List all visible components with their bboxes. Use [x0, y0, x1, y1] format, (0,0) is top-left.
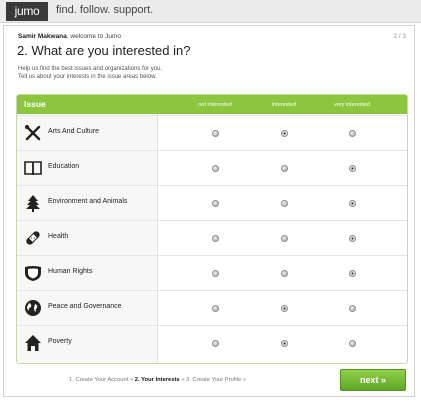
- radio-not-interested[interactable]: [212, 200, 219, 207]
- issue-label: Health: [48, 233, 69, 240]
- radio-very-interested[interactable]: [349, 340, 356, 347]
- help-line-2: Tell us about your interests in the issu…: [18, 74, 157, 80]
- table-row: Health: [17, 220, 407, 255]
- issue-label: Peace and Governance: [48, 303, 122, 310]
- column-header-very-interested: very interested: [333, 102, 371, 108]
- shield-icon: [24, 264, 42, 282]
- tagline: find. follow. support.: [56, 4, 154, 16]
- radio-interested[interactable]: [281, 165, 288, 172]
- table-row: Education: [17, 150, 407, 185]
- arts-culture-icon: [24, 124, 42, 142]
- radio-very-interested[interactable]: [349, 200, 356, 207]
- radio-not-interested[interactable]: [212, 130, 219, 137]
- radio-interested[interactable]: [281, 200, 288, 207]
- tree-icon: [24, 194, 42, 212]
- book-icon: [24, 159, 42, 177]
- next-button[interactable]: next »: [340, 369, 406, 391]
- radio-not-interested[interactable]: [212, 270, 219, 277]
- radio-very-interested[interactable]: [349, 305, 356, 312]
- step-create-profile[interactable]: 3. Create Your Profile: [186, 377, 241, 383]
- interests-table: Issue not interested interested very int…: [16, 94, 408, 364]
- welcome-text: Samir Makwana, welcome to Jumo: [18, 33, 121, 40]
- radio-not-interested[interactable]: [212, 305, 219, 312]
- interests-panel: Samir Makwana, welcome to Jumo 2 / 3 2. …: [3, 25, 415, 397]
- table-header: Issue not interested interested very int…: [17, 95, 407, 114]
- issue-label: Arts And Culture: [48, 128, 99, 135]
- help-text: Help us find the best issues and organiz…: [18, 65, 258, 81]
- radio-interested[interactable]: [281, 130, 288, 137]
- radio-very-interested[interactable]: [349, 270, 356, 277]
- user-name: Samir Makwana: [18, 33, 67, 40]
- radio-interested[interactable]: [281, 270, 288, 277]
- table-row: Arts And Culture: [17, 115, 407, 150]
- radio-interested[interactable]: [281, 235, 288, 242]
- issue-label: Human Rights: [48, 268, 93, 275]
- top-bar: jumo find. follow. support.: [0, 0, 421, 23]
- issue-label: Environment and Animals: [48, 198, 128, 205]
- bandage-icon: [24, 229, 42, 247]
- step-your-interests: 2. Your Interests: [134, 377, 180, 383]
- jumo-logo[interactable]: jumo: [6, 2, 48, 21]
- radio-very-interested[interactable]: [349, 165, 356, 172]
- wizard-footer: 1. Create Your Account » 2. Your Interes…: [16, 369, 408, 393]
- column-header-interested: interested: [271, 102, 297, 108]
- radio-not-interested[interactable]: [212, 340, 219, 347]
- table-row: Poverty: [17, 325, 407, 360]
- table-row: Human Rights: [17, 255, 407, 290]
- radio-not-interested[interactable]: [212, 165, 219, 172]
- step-create-account[interactable]: 1. Create Your Account: [69, 377, 128, 383]
- radio-interested[interactable]: [281, 340, 288, 347]
- column-header-not-interested: not interested: [198, 102, 232, 108]
- help-line-1: Help us find the best issues and organiz…: [18, 66, 163, 72]
- house-icon: [24, 334, 42, 352]
- page-title: 2. What are you interested in?: [17, 43, 191, 58]
- radio-interested[interactable]: [281, 305, 288, 312]
- radio-not-interested[interactable]: [212, 235, 219, 242]
- table-row: Peace and Governance: [17, 290, 407, 325]
- radio-very-interested[interactable]: [349, 130, 356, 137]
- issue-label: Education: [48, 163, 80, 170]
- step-separator: »: [241, 377, 247, 383]
- globe-icon: [24, 299, 42, 317]
- welcome-suffix: , welcome to Jumo: [66, 33, 121, 40]
- table-row: Environment and Animals: [17, 185, 407, 220]
- wizard-steps: 1. Create Your Account » 2. Your Interes…: [69, 377, 246, 383]
- column-header-issue: Issue: [24, 99, 46, 109]
- step-counter: 2 / 3: [393, 33, 406, 40]
- issue-label: Poverty: [48, 338, 72, 345]
- radio-very-interested[interactable]: [349, 235, 356, 242]
